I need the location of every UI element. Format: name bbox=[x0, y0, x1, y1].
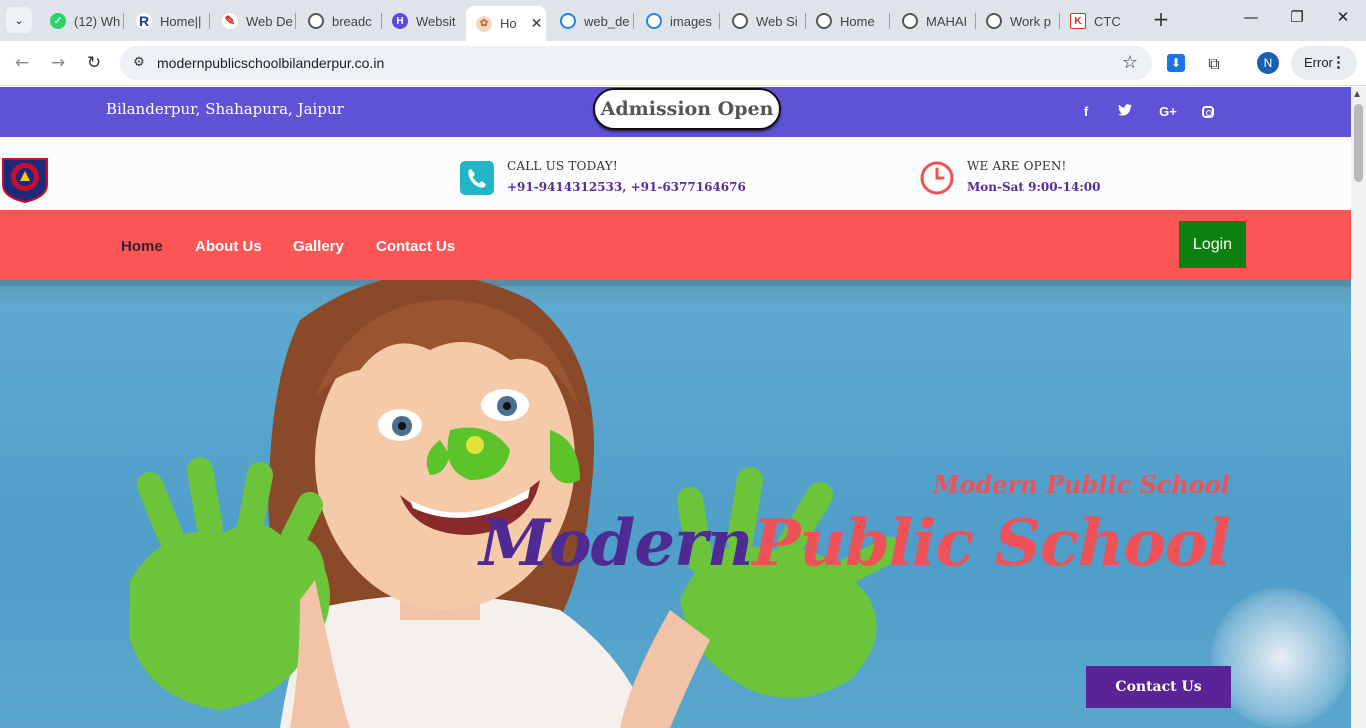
browser-tab[interactable]: web_de bbox=[550, 6, 634, 36]
browser-tab-active[interactable]: ✿ Ho ✕ bbox=[466, 6, 546, 41]
globe-icon bbox=[986, 13, 1002, 29]
browser-tab[interactable]: Work p bbox=[976, 6, 1060, 36]
browser-tab[interactable]: R Home|| bbox=[126, 6, 210, 36]
browser-tab[interactable]: H Websit bbox=[382, 6, 466, 36]
whatsapp-icon: ✓ bbox=[50, 13, 66, 29]
reload-button[interactable]: ↻ bbox=[82, 51, 106, 75]
twitter-icon[interactable] bbox=[1117, 104, 1133, 120]
tab-title: web_de bbox=[584, 13, 630, 29]
back-button[interactable]: ← bbox=[10, 51, 34, 75]
hero-title-word-modern: Modern bbox=[479, 506, 753, 581]
browser-tab[interactable]: breadc bbox=[298, 6, 382, 36]
pencil-icon: ✎ bbox=[222, 13, 238, 29]
browser-tab[interactable]: Web Si bbox=[722, 6, 806, 36]
minimize-button[interactable]: — bbox=[1237, 8, 1265, 32]
cloud-icon bbox=[560, 13, 576, 29]
error-label: Error bbox=[1304, 55, 1333, 70]
open-label: WE ARE OPEN! bbox=[967, 159, 1067, 173]
tab-title: Web De bbox=[246, 13, 293, 29]
tab-title: (12) Wh bbox=[74, 13, 121, 29]
page-scrollbar[interactable]: ▲ bbox=[1351, 87, 1366, 728]
tab-title: Home|| bbox=[160, 13, 202, 29]
tab-title: CTC bbox=[1094, 13, 1121, 29]
tab-title: Web Si bbox=[756, 13, 798, 29]
forward-button[interactable]: → bbox=[46, 51, 70, 75]
globe-icon bbox=[732, 13, 748, 29]
phone-icon bbox=[460, 161, 494, 195]
tab-title: Work p bbox=[1010, 13, 1051, 29]
hero-subtitle: Modern Public School bbox=[932, 470, 1230, 499]
globe-icon bbox=[816, 13, 832, 29]
tab-title: breadc bbox=[332, 13, 372, 29]
browser-tab[interactable]: ✓ (12) Wh bbox=[40, 6, 124, 36]
tab-title: Websit bbox=[416, 13, 456, 29]
admission-open-badge[interactable]: Admission Open bbox=[593, 88, 781, 130]
browser-tab[interactable]: K CTC bbox=[1060, 6, 1144, 36]
contact-info-bar: CALL US TODAY! +91-9414312533, +91-63771… bbox=[0, 137, 1351, 210]
error-menu-button[interactable]: Error ⋮ bbox=[1291, 46, 1357, 80]
tab-title: Home bbox=[840, 13, 875, 29]
browser-tab-strip: ⌄ ✓ (12) Wh R Home|| ✎ Web De breadc H W… bbox=[0, 0, 1366, 41]
profile-avatar[interactable]: N bbox=[1257, 52, 1279, 74]
hero-girl-image bbox=[130, 280, 903, 728]
globe-icon bbox=[308, 13, 324, 29]
hero-contact-button[interactable]: Contact Us bbox=[1086, 666, 1231, 708]
main-navbar: Home About Us Gallery Contact Us Login bbox=[0, 210, 1351, 280]
extensions-icon[interactable]: ⧉ bbox=[1203, 53, 1225, 75]
nav-contact-us[interactable]: Contact Us bbox=[376, 238, 455, 255]
ctc-logo-icon: K bbox=[1070, 13, 1086, 29]
url-text[interactable]: modernpublicschoolbilanderpur.co.in bbox=[157, 55, 384, 71]
cloud-icon bbox=[646, 13, 662, 29]
new-tab-button[interactable]: + bbox=[1150, 9, 1172, 31]
facebook-icon[interactable]: f bbox=[1078, 104, 1094, 120]
r-logo-icon: R bbox=[136, 13, 152, 29]
chevron-down-icon: ⌄ bbox=[14, 13, 24, 27]
globe-icon bbox=[902, 13, 918, 29]
tab-title: images bbox=[670, 13, 712, 29]
download-icon[interactable]: ⬇ bbox=[1167, 54, 1185, 72]
call-label: CALL US TODAY! bbox=[507, 159, 618, 173]
tab-title: Ho bbox=[500, 16, 517, 31]
browser-toolbar: ← → ↻ ⚙ modernpublicschoolbilanderpur.co… bbox=[0, 41, 1366, 86]
scroll-up-arrow-icon[interactable]: ▲ bbox=[1354, 89, 1360, 98]
school-favicon: ✿ bbox=[476, 15, 492, 32]
browser-tab[interactable]: MAHAI bbox=[892, 6, 976, 36]
close-tab-icon[interactable]: ✕ bbox=[531, 15, 543, 32]
site-topbar: Bilanderpur, Shahapura, Jaipur Admission… bbox=[0, 87, 1351, 137]
nav-about-us[interactable]: About Us bbox=[195, 238, 262, 255]
google-plus-icon[interactable]: G+ bbox=[1157, 104, 1179, 120]
instagram-icon[interactable] bbox=[1202, 106, 1214, 118]
hero-title-public-school: Public School bbox=[752, 506, 1231, 581]
nav-home[interactable]: Home bbox=[121, 238, 163, 255]
close-window-button[interactable]: ✕ bbox=[1329, 8, 1357, 32]
bookmark-star-icon[interactable]: ☆ bbox=[1122, 52, 1138, 73]
browser-tab[interactable]: images bbox=[636, 6, 720, 36]
hero-banner: Modern Public School ModernPublic School… bbox=[0, 280, 1351, 728]
school-address: Bilanderpur, Shahapura, Jaipur bbox=[106, 100, 344, 118]
address-bar[interactable]: ⚙ modernpublicschoolbilanderpur.co.in ☆ bbox=[120, 46, 1152, 80]
opening-hours: Mon-Sat 9:00-14:00 bbox=[967, 180, 1101, 194]
browser-tab[interactable]: Home bbox=[806, 6, 890, 36]
clock-icon bbox=[920, 161, 954, 195]
site-settings-icon[interactable]: ⚙ bbox=[130, 54, 148, 72]
restore-button[interactable]: ❐ bbox=[1283, 8, 1311, 32]
more-vert-icon: ⋮ bbox=[1331, 54, 1346, 71]
h-logo-icon: H bbox=[392, 13, 408, 29]
hero-title: ModernPublic School bbox=[479, 506, 1231, 581]
phone-numbers[interactable]: +91-9414312533, +91-6377164676 bbox=[507, 180, 746, 194]
page-viewport: Bilanderpur, Shahapura, Jaipur Admission… bbox=[0, 87, 1351, 728]
tab-search-button[interactable]: ⌄ bbox=[6, 7, 32, 33]
login-button[interactable]: Login bbox=[1179, 221, 1246, 268]
nav-gallery[interactable]: Gallery bbox=[293, 238, 344, 255]
browser-tab[interactable]: ✎ Web De bbox=[212, 6, 296, 36]
scroll-thumb[interactable] bbox=[1354, 104, 1363, 182]
school-logo[interactable] bbox=[0, 155, 50, 203]
tab-title: MAHAI bbox=[926, 13, 968, 29]
